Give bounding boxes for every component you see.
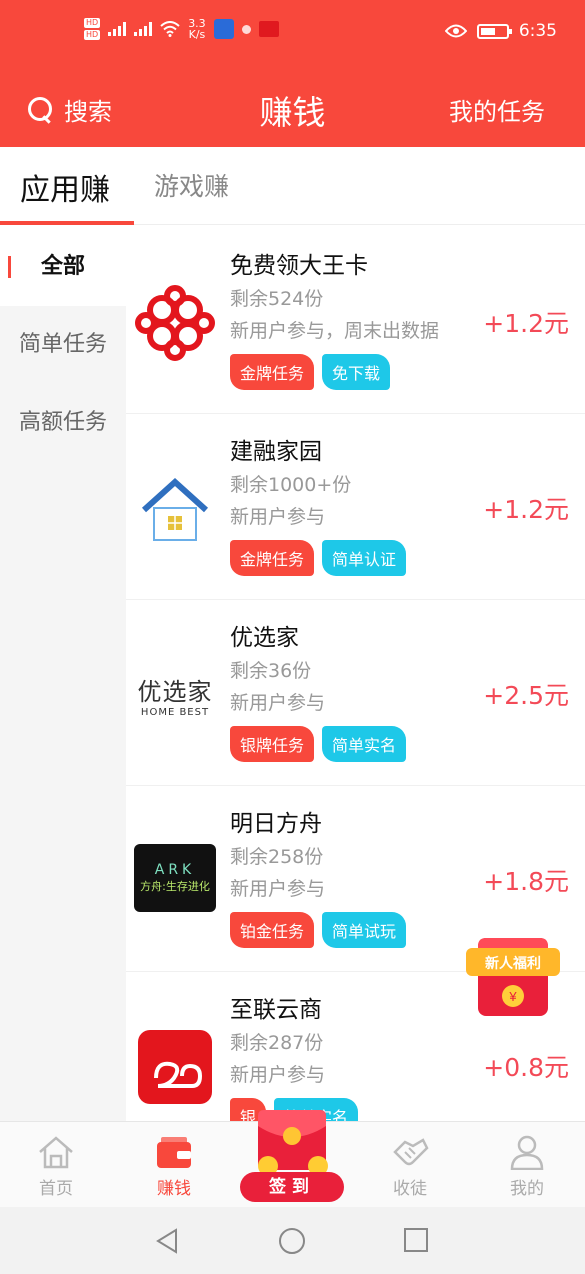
record-dot-icon [241,24,251,34]
checkin-label: 签到 [240,1172,344,1202]
task-tags: 金牌任务 简单认证 [230,540,480,576]
type-tag: 简单实名 [322,726,407,762]
logo-subtext: HOME BEST [140,707,210,718]
task-info: 建融家园 剩余1000+份 新用户参与 金牌任务 简单认证 [230,432,480,576]
nav-mine[interactable]: 我的 [487,1134,567,1199]
signal-icon [108,22,127,36]
tab-game-earn[interactable]: 游戏赚 [154,167,229,203]
speed-unit: K/s [188,28,206,41]
type-tag: 简单认证 [322,540,407,576]
tier-tag: 铂金任务 [230,912,315,948]
task-remaining: 剩余524份 [230,288,324,310]
status-time: 6:35 [518,21,557,41]
tab-app-earn[interactable]: 应用赚 [20,165,110,209]
status-right: 6:35 [444,21,557,41]
task-remaining: 剩余1000+份 [230,474,352,496]
home-icon [39,1136,73,1169]
task-desc: 新用户参与 [230,692,326,714]
app-notification-icon [213,19,234,39]
youxuanjia-logo: 优选家 HOME BEST [134,654,216,736]
category-tabs: 应用赚 游戏赚 [0,147,585,225]
wifi-icon [160,21,180,37]
status-left: HD HD 3.3 K/s [84,18,279,40]
nav-label: 赚钱 [157,1179,191,1199]
sidebar-item-simple[interactable]: 简单任务 [0,306,126,384]
header: 搜索 赚钱 我的任务 [0,80,585,136]
task-desc: 新用户参与，周末出数据 [230,320,440,342]
list-item[interactable]: 优选家 HOME BEST 优选家 剩余36份 新用户参与 银牌任务 简单实名 … [126,600,585,786]
task-name: 建融家园 [230,439,322,465]
nav-earn[interactable]: 赚钱 [134,1134,214,1199]
battery-icon [476,23,512,39]
task-info: 明日方舟 剩余258份 新用户参与 铂金任务 简单试玩 [230,804,480,948]
task-info: 优选家 剩余36份 新用户参与 银牌任务 简单实名 [230,618,480,762]
task-tags: 银牌任务 简单实名 [230,726,480,762]
logo-subtext: 方舟:生存进化 [140,880,210,893]
type-tag: 简单试玩 [322,912,407,948]
status-bar: HD HD 3.3 K/s 6:35 [0,18,585,54]
ark-logo: ARK 方舟:生存进化 [134,844,216,912]
task-remaining: 剩余258份 [230,846,324,868]
task-tags: 金牌任务 免下载 [230,354,480,390]
task-info: 至联云商 剩余287份 新用户参与 银 简单实名 [230,990,480,1121]
home-circle-icon[interactable] [278,1227,306,1255]
task-desc: 新用户参与 [230,878,326,900]
list-item[interactable]: 免费领大王卡 剩余524份 新用户参与，周末出数据 金牌任务 免下载 +1.2元 [126,228,585,414]
sidebar: 全部 简单任务 高额任务 [0,228,126,1121]
checkin-icon [258,1110,328,1176]
tier-tag: 金牌任务 [230,540,315,576]
eye-icon [444,24,467,38]
type-tag: 免下载 [322,354,391,390]
logo-text: 优选家 [137,678,213,706]
network-speed: 3.3 K/s [188,18,206,40]
task-remaining: 剩余287份 [230,1032,324,1054]
nav-recruit[interactable]: 收徒 [370,1134,450,1199]
handshake-icon [393,1138,429,1166]
app-notification-icon [258,21,279,37]
task-reward: +2.5元 [483,681,569,710]
active-tab-underline [0,221,134,225]
task-reward: +0.8元 [483,1053,569,1082]
nav-home[interactable]: 首页 [16,1134,96,1199]
new-user-gift-button[interactable]: ¥ 新人福利 [458,928,568,1024]
task-desc: 新用户参与 [230,506,326,528]
signal-icon [134,22,153,36]
red-envelope-icon: ¥ [466,938,560,1016]
task-desc: 新用户参与 [230,1064,326,1086]
task-name: 免费领大王卡 [230,253,368,279]
gift-label: 新人福利 [485,956,541,972]
checkin-button[interactable]: 签到 [240,1104,344,1204]
nav-label: 收徒 [393,1179,427,1199]
task-info: 免费领大王卡 剩余524份 新用户参与，周末出数据 金牌任务 免下载 [230,246,480,390]
user-icon [510,1135,544,1170]
tier-tag: 银牌任务 [230,726,315,762]
task-reward: +1.2元 [483,309,569,338]
recents-icon[interactable] [403,1227,429,1253]
sidebar-item-high[interactable]: 高额任务 [0,384,126,462]
my-tasks-button[interactable]: 我的任务 [449,92,545,127]
task-name: 至联云商 [230,997,322,1023]
sidebar-item-all[interactable]: 全部 [0,228,126,306]
nav-label: 我的 [510,1179,544,1199]
task-reward: +1.8元 [483,867,569,896]
task-name: 明日方舟 [230,811,322,837]
task-tags: 铂金任务 简单试玩 [230,912,480,948]
task-name: 优选家 [230,625,299,651]
wallet-icon [157,1137,191,1168]
logo-text: ARK [154,862,196,878]
zhilian-logo [138,1030,212,1104]
china-unicom-logo [135,285,215,361]
hd-badge-icon: HD HD [84,18,101,40]
task-reward: +1.2元 [483,495,569,524]
nav-label: 首页 [39,1179,73,1199]
task-remaining: 剩余36份 [230,660,312,682]
list-item[interactable]: 建融家园 剩余1000+份 新用户参与 金牌任务 简单认证 +1.2元 [126,414,585,600]
back-icon[interactable] [154,1227,180,1255]
house-logo [141,477,209,541]
svg-text:¥: ¥ [508,989,517,1004]
tier-tag: 金牌任务 [230,354,315,390]
top-bar: HD HD 3.3 K/s 6:35 搜索 赚钱 我的任务 [0,0,585,147]
system-nav-bar [0,1207,585,1274]
